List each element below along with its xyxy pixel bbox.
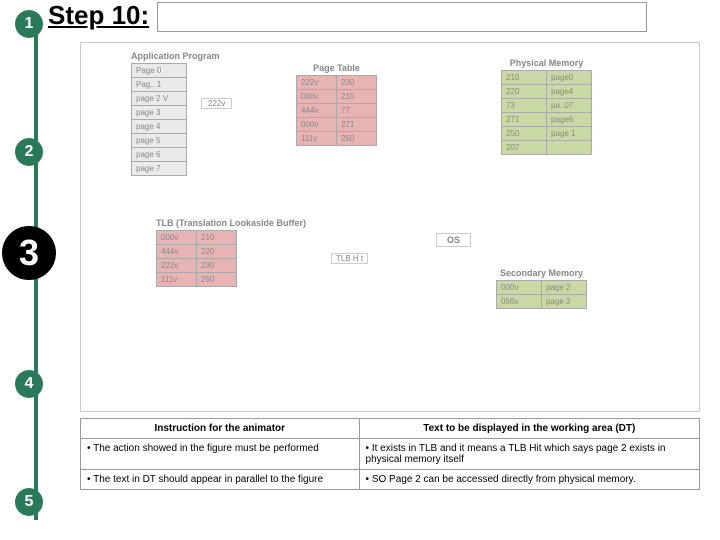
table-cell: 111v xyxy=(297,132,337,146)
instruction-table: Instruction for the animator Text to be … xyxy=(80,418,700,490)
step-2-label: 2 xyxy=(25,143,34,161)
table-cell: 230 xyxy=(197,259,237,273)
physical-memory-title: Physical Memory xyxy=(501,58,592,68)
physical-memory-table: 210page0 220page4 73pa..07 271page6 250p… xyxy=(501,70,592,155)
table-cell: 056v xyxy=(497,295,542,309)
table-cell: 000v xyxy=(157,231,197,245)
table-cell: 210 xyxy=(502,71,547,85)
table-cell: page 3 xyxy=(542,295,587,309)
instr-r1c1: • The action showed in the figure must b… xyxy=(81,439,360,470)
step-4: 4 xyxy=(15,370,43,398)
app-program-block: Application Program Page 0 Pag.. 1 page … xyxy=(131,51,220,176)
table-cell: 230 xyxy=(337,76,377,90)
page-table-block: Page Table 222v230 000v210 444v77 000v27… xyxy=(296,63,377,146)
table-cell: 77 xyxy=(337,104,377,118)
instr-header-1: Instruction for the animator xyxy=(81,419,360,439)
page-table: 222v230 000v210 444v77 000v271 111v250 xyxy=(296,75,377,146)
table-cell: page 6 xyxy=(132,148,187,162)
tlb-title: TLB (Translation Lookaside Buffer) xyxy=(156,218,306,228)
table-cell: 250 xyxy=(337,132,377,146)
step-3-label: 3 xyxy=(19,232,39,274)
os-label: OS xyxy=(436,233,471,247)
table-cell: 271 xyxy=(337,118,377,132)
table-cell: 250 xyxy=(502,127,547,141)
table-cell: 444v xyxy=(297,104,337,118)
secondary-memory-block: Secondary Memory 000vpage 2 056vpage 3 xyxy=(496,268,587,309)
table-cell: 000v xyxy=(297,118,337,132)
instr-r1c2: • It exists in TLB and it means a TLB Hi… xyxy=(359,439,699,470)
table-cell: page 2 xyxy=(542,281,587,295)
step-5-label: 5 xyxy=(25,493,34,511)
tlb-block: TLB (Translation Lookaside Buffer) 000v2… xyxy=(156,218,306,287)
table-cell: 222v xyxy=(297,76,337,90)
table-cell: 210 xyxy=(337,90,377,104)
step-5: 5 xyxy=(15,488,43,516)
header-box xyxy=(157,2,647,32)
step-4-label: 4 xyxy=(25,375,34,393)
instr-header-2: Text to be displayed in the working area… xyxy=(359,419,699,439)
step-1-label: 1 xyxy=(25,15,34,33)
timeline: 1 2 3 4 5 xyxy=(15,10,56,516)
step-3-active: 3 xyxy=(2,226,56,280)
table-cell: page0 xyxy=(547,71,592,85)
table-cell: 444v xyxy=(157,245,197,259)
table-cell: 220 xyxy=(197,245,237,259)
secondary-memory-table: 000vpage 2 056vpage 3 xyxy=(496,280,587,309)
tlb-hit-label: TLB H t xyxy=(331,253,368,264)
label-222v: 222v xyxy=(201,98,232,109)
page-table-title: Page Table xyxy=(296,63,377,73)
table-cell: 271 xyxy=(502,113,547,127)
table-cell: 73 xyxy=(502,99,547,113)
table-cell: page4 xyxy=(547,85,592,99)
app-program-table: Page 0 Pag.. 1 page 2 V page 3 page 4 pa… xyxy=(131,63,187,176)
table-cell: 207 xyxy=(502,141,547,155)
table-cell: 210 xyxy=(197,231,237,245)
table-cell: page 3 xyxy=(132,106,187,120)
table-cell: page 4 xyxy=(132,120,187,134)
step-1: 1 xyxy=(15,10,43,38)
table-cell: page 2 V xyxy=(132,92,187,106)
table-cell: 000v xyxy=(497,281,542,295)
app-program-title: Application Program xyxy=(131,51,220,61)
table-cell xyxy=(547,141,592,155)
physical-memory-block: Physical Memory 210page0 220page4 73pa..… xyxy=(501,58,592,155)
secondary-memory-title: Secondary Memory xyxy=(496,268,587,278)
table-cell: 111v xyxy=(157,273,197,287)
table-cell: 220 xyxy=(502,85,547,99)
table-cell: 000v xyxy=(297,90,337,104)
tlb-table: 000v210 444v220 222v230 111v250 xyxy=(156,230,237,287)
table-cell: Page 0 xyxy=(132,64,187,78)
step-2: 2 xyxy=(15,138,43,166)
instr-r2c1: • The text in DT should appear in parall… xyxy=(81,470,360,490)
page-title: Step 10: xyxy=(48,0,149,31)
header: Step 10: xyxy=(48,0,647,32)
table-cell: 222v xyxy=(157,259,197,273)
instr-r2c2: • SO Page 2 can be accessed directly fro… xyxy=(359,470,699,490)
table-cell: page6 xyxy=(547,113,592,127)
table-cell: page 5 xyxy=(132,134,187,148)
table-cell: pa..07 xyxy=(547,99,592,113)
diagram-area: Application Program Page 0 Pag.. 1 page … xyxy=(80,42,700,412)
table-cell: 250 xyxy=(197,273,237,287)
table-cell: Pag.. 1 xyxy=(132,78,187,92)
table-cell: page 1 xyxy=(547,127,592,141)
table-cell: page 7 xyxy=(132,162,187,176)
